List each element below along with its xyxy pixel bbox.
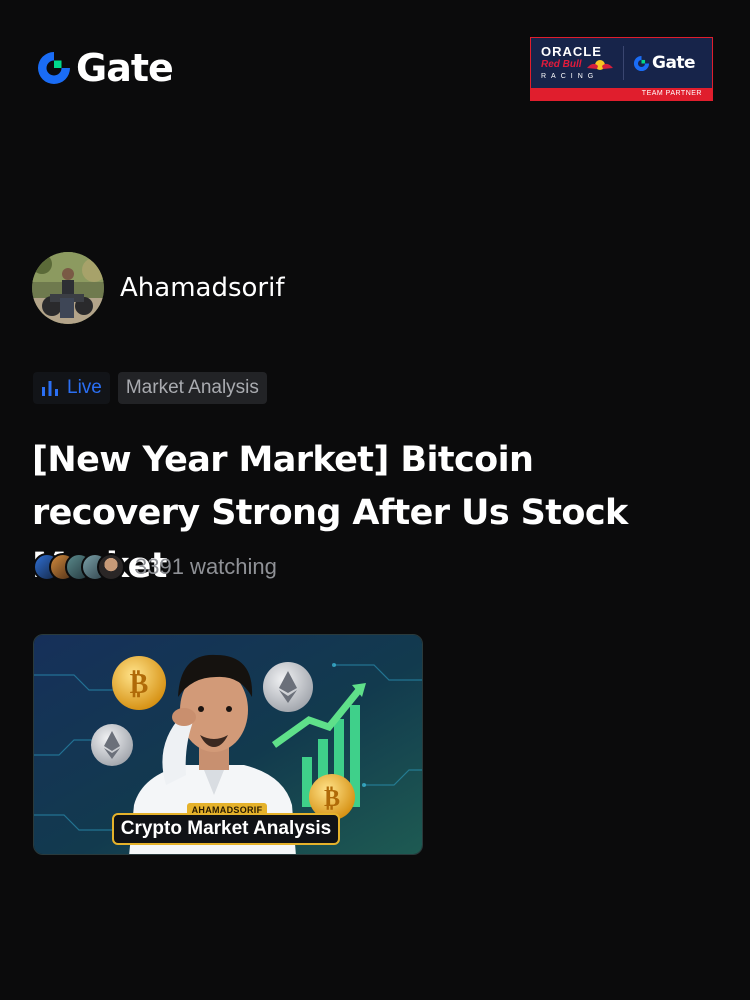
- partner-gate-text: Gate: [652, 53, 696, 73]
- author-name[interactable]: Ahamadsorif: [120, 273, 284, 303]
- thumbnail-badge: AHAMADSORIF Crypto Market Analysis: [112, 803, 340, 845]
- category-tag[interactable]: Market Analysis: [117, 372, 267, 404]
- partner-racing-text: RACING: [541, 73, 599, 80]
- svg-text:₿: ₿: [130, 667, 149, 700]
- avatar-image: [32, 252, 104, 324]
- stream-thumbnail[interactable]: ₿ ₿ AHAMADSORIF Crypto Market Analysis: [33, 634, 423, 855]
- tag-row: Live Market Analysis: [33, 372, 267, 404]
- live-tag[interactable]: Live: [33, 372, 110, 404]
- author-row[interactable]: Ahamadsorif: [32, 252, 284, 324]
- gate-logo[interactable]: Gate: [36, 46, 174, 90]
- gate-logo-icon: [38, 52, 70, 84]
- partner-strip: TEAM PARTNER: [531, 88, 712, 100]
- gate-logo-icon: [633, 55, 650, 71]
- partner-divider: [623, 46, 624, 80]
- category-tag-label: Market Analysis: [125, 377, 259, 398]
- thumbnail-badge-title: Crypto Market Analysis: [112, 813, 340, 845]
- partner-redbull-text: Red Bull: [541, 59, 582, 70]
- bar-chart-icon: [42, 381, 58, 396]
- partner-banner[interactable]: ORACLE Red Bull RACING Gate TEAM PARTNER: [530, 37, 713, 101]
- watching-count: 3391 watching: [135, 554, 277, 579]
- viewer-avatar: [97, 553, 125, 581]
- viewer-avatars: [33, 553, 125, 581]
- live-tag-label: Live: [67, 377, 102, 398]
- avatar[interactable]: [32, 252, 104, 324]
- bull-logo-icon: [587, 60, 613, 70]
- logo-text: Gate: [76, 46, 174, 90]
- partner-gate-logo: Gate: [633, 53, 696, 73]
- partner-oracle-text: ORACLE: [541, 44, 602, 59]
- watching-row: 3391 watching: [33, 553, 277, 581]
